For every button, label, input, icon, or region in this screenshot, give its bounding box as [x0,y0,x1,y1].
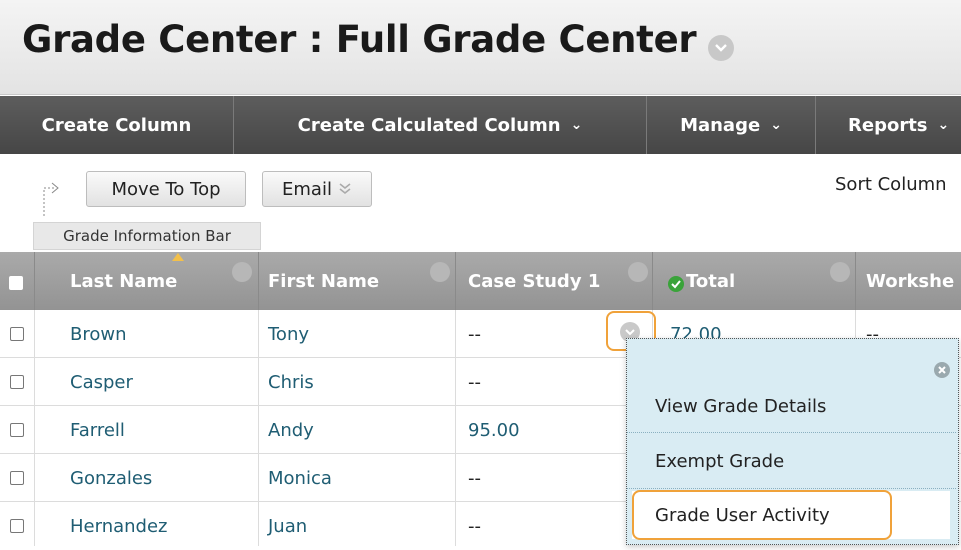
select-all-checkbox[interactable] [9,276,23,290]
grade-cell[interactable]: -- [468,454,481,502]
grid-line [258,310,259,546]
first-name-cell[interactable]: Juan [268,502,307,550]
column-menu-chevron-icon[interactable] [430,262,450,282]
row-checkbox[interactable] [0,406,34,454]
selection-arrow-icon [43,182,59,216]
column-divider [652,252,653,310]
row-checkbox[interactable] [0,502,34,550]
close-icon[interactable] [934,362,950,378]
grid-line [455,310,456,546]
row-checkbox[interactable] [0,310,34,358]
column-header-total[interactable]: Total [686,252,735,310]
create-column-button[interactable]: Create Column [0,96,233,154]
grade-cell[interactable]: -- [468,358,481,406]
double-chevron-down-icon [339,183,351,195]
chevron-down-icon: ⌄ [770,117,782,133]
column-menu-chevron-icon[interactable] [628,262,648,282]
menu-item-exempt-grade[interactable]: Exempt Grade [627,437,956,485]
column-header-case-study-1[interactable]: Case Study 1 [468,252,600,310]
grid-line [34,310,35,546]
grid-line [855,310,856,338]
menu-item-highlight-ring [632,490,892,540]
column-header-worksheet[interactable]: Workshe [866,252,954,310]
grade-cell[interactable]: -- [468,502,481,550]
last-name-cell[interactable]: Casper [70,358,133,406]
chevron-down-icon: ⌄ [570,117,583,133]
sort-ascending-icon [172,253,184,261]
first-name-cell[interactable]: Monica [268,454,332,502]
column-divider [855,252,856,310]
chevron-down-icon: ⌄ [937,117,950,133]
sort-columns-label[interactable]: Sort Column [835,174,947,195]
column-header-last-name[interactable]: Last Name [70,252,177,310]
column-menu-chevron-icon[interactable] [232,262,252,282]
page-title: Grade Center : Full Grade Center [22,18,697,61]
email-button[interactable]: Email [262,171,372,207]
title-menu-chevron-icon[interactable] [708,35,734,61]
first-name-cell[interactable]: Chris [268,358,314,406]
move-to-top-button[interactable]: Move To Top [86,171,246,207]
menu-item-view-grade-details[interactable]: View Grade Details [627,382,956,430]
column-header-first-name[interactable]: First Name [268,252,379,310]
row-checkbox[interactable] [0,358,34,406]
manage-menu-button[interactable]: Manage ⌄ [647,96,815,154]
last-name-cell[interactable]: Gonzales [70,454,152,502]
menu-separator [627,432,956,434]
column-divider [34,252,35,310]
first-name-cell[interactable]: Tony [268,310,309,358]
last-name-cell[interactable]: Brown [70,310,127,358]
last-name-cell[interactable]: Hernandez [70,502,168,550]
last-name-cell[interactable]: Farrell [70,406,125,454]
grade-cell[interactable]: 95.00 [468,406,520,454]
first-name-cell[interactable]: Andy [268,406,314,454]
column-divider [258,252,259,310]
column-divider [455,252,456,310]
grade-information-bar: Grade Information Bar [33,222,261,250]
grade-cell[interactable]: -- [468,310,481,358]
create-calculated-column-button[interactable]: Create Calculated Column ⌄ [234,96,646,154]
row-checkbox[interactable] [0,454,34,502]
check-icon [668,276,684,292]
reports-menu-button[interactable]: Reports ⌄ [816,96,961,154]
column-menu-chevron-icon[interactable] [830,262,850,282]
